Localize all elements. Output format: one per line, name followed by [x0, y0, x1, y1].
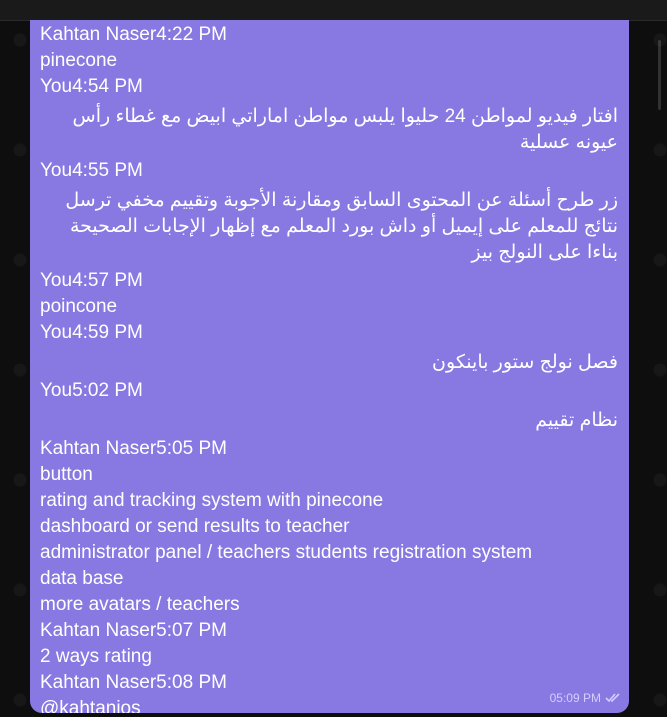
message-text: pinecone [40, 50, 118, 71]
message-text: more avatars / teachers [40, 594, 240, 615]
message-footer: 05:09 PM [550, 685, 621, 711]
sender-header: You4:57 PM [40, 270, 143, 291]
sender-header: Kahtan Naser5:08 PM [40, 672, 227, 693]
message-text: administrator panel / teachers students … [40, 542, 533, 563]
sender-header: You4:55 PM [40, 160, 143, 181]
message-text: dashboard or send results to teacher [40, 516, 350, 537]
message-text-arabic: زر طرح أسئلة عن المحتوى السابق ومقارنة ا… [65, 190, 618, 263]
chat-scrollbar[interactable] [658, 40, 661, 110]
message-time: 05:09 PM [549, 691, 601, 705]
sender-header: Kahtan Naser5:07 PM [40, 620, 227, 641]
message-text: data base [40, 568, 124, 589]
message-text-arabic: فصل نولج ستور باينكون [432, 352, 618, 373]
message-bubble[interactable]: Kahtan Naser4:22 PM pinecone You4:54 PM … [30, 20, 629, 713]
message-text: button [40, 464, 93, 485]
top-bar-edge [0, 0, 667, 21]
double-check-icon [605, 693, 621, 703]
sender-header: You5:02 PM [40, 380, 143, 401]
message-text: @kahtanios [40, 698, 141, 713]
sender-header: You4:59 PM [40, 322, 143, 343]
message-text-arabic: افتار فيديو لمواطن 24 حليوا يلبس مواطن ا… [72, 106, 618, 153]
message-text: poincone [40, 296, 118, 317]
message-text-arabic: نظام تقييم [535, 410, 618, 431]
sender-header: You4:54 PM [40, 76, 143, 97]
sender-header: Kahtan Naser5:05 PM [40, 438, 227, 459]
sender-header: Kahtan Naser4:22 PM [40, 24, 227, 45]
message-text: rating and tracking system with pinecone [40, 490, 384, 511]
message-text: 2 ways rating [40, 646, 152, 667]
